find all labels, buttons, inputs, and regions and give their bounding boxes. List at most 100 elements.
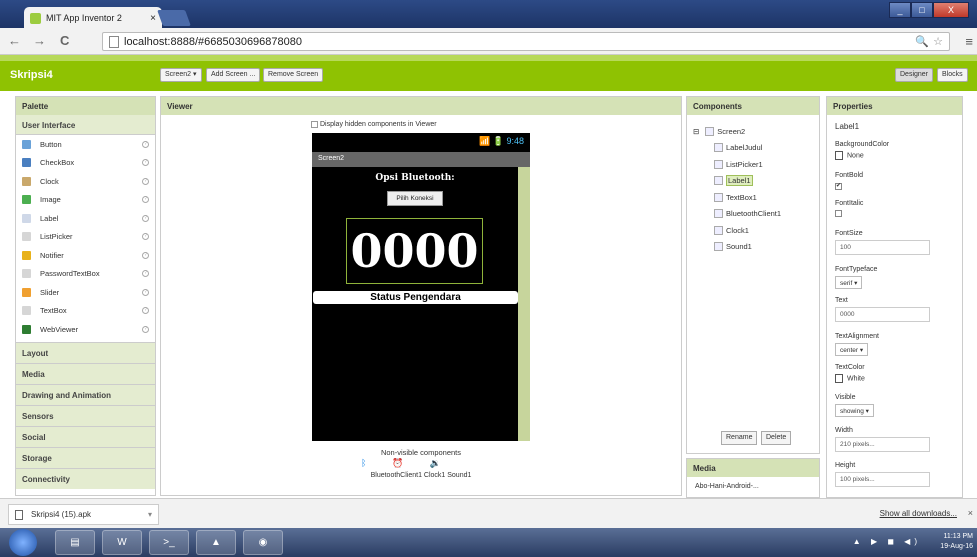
blocks-button[interactable]: Blocks bbox=[937, 68, 968, 82]
tree-item[interactable]: BluetoothClient1 bbox=[714, 206, 781, 223]
palette-item[interactable]: Clock? bbox=[16, 172, 155, 191]
width-input[interactable]: 210 pixels... bbox=[835, 437, 930, 452]
pilih-koneksi-button[interactable]: Pilih Koneksi bbox=[387, 191, 443, 206]
tree-item-label: TextBox1 bbox=[726, 192, 757, 202]
help-icon[interactable]: ? bbox=[142, 159, 149, 167]
close-download-bar-icon[interactable]: × bbox=[968, 508, 973, 518]
browser-tab[interactable]: MIT App Inventor 2 × bbox=[24, 7, 162, 29]
clock-icon[interactable]: ⏰ bbox=[392, 458, 403, 469]
zoom-icon[interactable]: 🔍 bbox=[915, 35, 929, 48]
bookmark-star-icon[interactable]: ☆ bbox=[933, 35, 943, 48]
display-hidden-checkbox[interactable]: Display hidden components in Viewer bbox=[311, 121, 437, 128]
palette-item[interactable]: ListPicker? bbox=[16, 228, 155, 247]
palette-item[interactable]: Image? bbox=[16, 191, 155, 210]
help-icon[interactable]: ? bbox=[142, 233, 149, 241]
help-icon[interactable]: ? bbox=[142, 307, 149, 315]
palette-item[interactable]: WebViewer? bbox=[16, 320, 155, 339]
prop-visible: Visible showing ▾ bbox=[835, 394, 874, 417]
text-input[interactable]: 0000 bbox=[835, 307, 930, 322]
visible-select[interactable]: showing ▾ bbox=[835, 404, 874, 417]
prop-value[interactable]: None bbox=[847, 152, 864, 159]
download-menu-icon[interactable]: ▾ bbox=[148, 510, 152, 519]
palette-section-user-interface[interactable]: User Interface bbox=[16, 115, 155, 135]
color-swatch[interactable] bbox=[835, 151, 843, 160]
app-taskbar-icon[interactable]: ▲ bbox=[196, 530, 236, 555]
palette-category[interactable]: Media bbox=[16, 362, 155, 384]
help-icon[interactable]: ? bbox=[142, 288, 149, 296]
forward-button[interactable]: → bbox=[33, 33, 46, 48]
help-icon[interactable]: ? bbox=[142, 251, 149, 259]
palette-category[interactable]: Drawing and Animation bbox=[16, 383, 155, 405]
browser-menu-icon[interactable]: ≡ bbox=[965, 34, 973, 49]
collapse-icon[interactable]: ⊟ bbox=[693, 127, 699, 136]
tree-item[interactable]: LabelJudul bbox=[714, 140, 781, 157]
rename-button[interactable]: Rename bbox=[721, 431, 758, 445]
fontsize-input[interactable]: 100 bbox=[835, 240, 930, 255]
explorer-taskbar-icon[interactable]: ▤ bbox=[55, 530, 95, 555]
bluetooth-icon[interactable]: ᛒ bbox=[361, 458, 366, 469]
palette-item[interactable]: CheckBox? bbox=[16, 154, 155, 173]
chrome-taskbar-icon[interactable]: ◉ bbox=[243, 530, 283, 555]
textalignment-select[interactable]: center ▾ bbox=[835, 343, 869, 356]
back-button[interactable]: ← bbox=[8, 33, 21, 48]
prop-value[interactable]: White bbox=[847, 375, 865, 382]
url-input[interactable]: localhost:8888/#6685030696878080 🔍 ☆ bbox=[102, 32, 950, 51]
maximize-button[interactable]: □ bbox=[911, 2, 933, 18]
remove-screen-button[interactable]: Remove Screen bbox=[263, 68, 324, 82]
new-tab-button[interactable] bbox=[157, 10, 191, 26]
tree-item[interactable]: Clock1 bbox=[714, 222, 781, 239]
palette-item[interactable]: TextBox? bbox=[16, 302, 155, 321]
palette-item[interactable]: Label? bbox=[16, 209, 155, 228]
window-close-button[interactable]: X bbox=[933, 2, 969, 18]
palette-category[interactable]: Connectivity bbox=[16, 467, 155, 489]
palette-item[interactable]: Button? bbox=[16, 135, 155, 154]
palette-category[interactable]: Storage bbox=[16, 446, 155, 468]
palette-category[interactable]: Social bbox=[16, 425, 155, 447]
fontbold-checkbox[interactable]: ✔ bbox=[835, 183, 842, 190]
delete-button[interactable]: Delete bbox=[761, 431, 792, 445]
add-screen-button[interactable]: Add Screen ... bbox=[206, 68, 261, 82]
help-icon[interactable]: ? bbox=[142, 177, 149, 185]
help-icon[interactable]: ? bbox=[142, 270, 149, 278]
label-judul[interactable]: Opsi Bluetooth: bbox=[312, 173, 518, 183]
minimize-button[interactable]: _ bbox=[889, 2, 911, 18]
height-input[interactable]: 100 pixels... bbox=[835, 472, 930, 487]
tree-item[interactable]: TextBox1 bbox=[714, 189, 781, 206]
tray-icons[interactable]: ▲ ▶ ◼ ◀) bbox=[853, 537, 921, 546]
help-icon[interactable]: ? bbox=[142, 196, 149, 204]
passwordtextbox-icon bbox=[22, 269, 31, 279]
status-textbox[interactable]: Status Pengendara bbox=[313, 291, 518, 304]
media-item[interactable]: Abo-Hani-Android-... bbox=[695, 483, 759, 490]
help-icon[interactable]: ? bbox=[142, 140, 149, 148]
reload-button[interactable]: C bbox=[60, 33, 69, 48]
start-button[interactable] bbox=[9, 529, 37, 556]
tree-item[interactable]: Label1 bbox=[714, 173, 781, 190]
screen-select-dropdown[interactable]: Screen2 ▾ bbox=[160, 68, 202, 82]
help-icon[interactable]: ? bbox=[142, 214, 149, 222]
help-icon[interactable]: ? bbox=[142, 325, 149, 333]
tree-root-label: Screen2 bbox=[717, 126, 746, 136]
tree-root-screen2[interactable]: ⊟ Screen2 bbox=[693, 123, 781, 140]
label1-big-number[interactable]: 0000 bbox=[346, 218, 483, 284]
word-taskbar-icon[interactable]: W bbox=[102, 530, 142, 555]
palette-item[interactable]: PasswordTextBox? bbox=[16, 265, 155, 284]
clock[interactable]: 11:13 PM 19-Aug-16 bbox=[940, 532, 973, 552]
tab-close-button[interactable]: × bbox=[150, 13, 156, 24]
palette-item[interactable]: Notifier? bbox=[16, 246, 155, 265]
fonttypeface-select[interactable]: serif ▾ bbox=[835, 276, 863, 289]
tree-item[interactable]: Sound1 bbox=[714, 239, 781, 256]
cmd-taskbar-icon[interactable]: >_ bbox=[149, 530, 189, 555]
tree-item[interactable]: ListPicker1 bbox=[714, 156, 781, 173]
palette-item[interactable]: Slider? bbox=[16, 283, 155, 302]
designer-button[interactable]: Designer bbox=[895, 68, 934, 82]
checkbox-box[interactable] bbox=[311, 121, 318, 128]
show-all-downloads-link[interactable]: Show all downloads... bbox=[880, 509, 957, 518]
fontitalic-checkbox[interactable] bbox=[835, 210, 842, 217]
sound-icon[interactable]: 🔉 bbox=[430, 458, 441, 469]
phone-scrollbar[interactable] bbox=[518, 167, 530, 441]
palette-category[interactable]: Layout bbox=[16, 341, 155, 363]
palette-category[interactable]: Sensors bbox=[16, 404, 155, 426]
download-item[interactable]: Skripsi4 (15).apk ▾ bbox=[8, 504, 159, 525]
color-swatch[interactable] bbox=[835, 374, 843, 383]
selected-component-name: Label1 bbox=[835, 122, 860, 131]
